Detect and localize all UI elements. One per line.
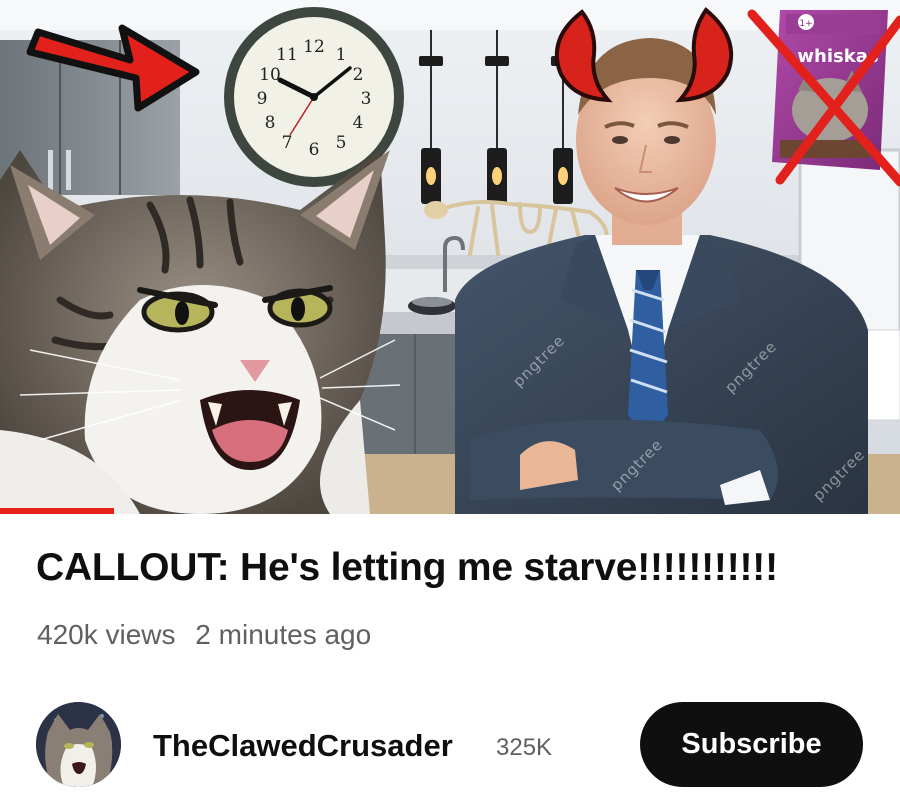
watch-progress-bar[interactable] — [0, 508, 900, 514]
svg-text:5: 5 — [336, 133, 347, 153]
svg-text:10: 10 — [259, 65, 281, 85]
svg-text:7: 7 — [282, 133, 293, 153]
svg-text:9: 9 — [257, 89, 268, 109]
svg-text:6: 6 — [309, 140, 320, 160]
svg-text:8: 8 — [265, 113, 276, 133]
svg-text:4: 4 — [353, 113, 364, 133]
view-count: 420k views — [37, 619, 176, 650]
upload-time: 2 minutes ago — [195, 619, 372, 650]
subscribe-button[interactable]: Subscribe — [640, 702, 863, 787]
cat-avatar-icon — [36, 702, 121, 787]
svg-text:11: 11 — [276, 45, 298, 65]
channel-avatar[interactable] — [36, 702, 121, 787]
channel-row: TheClawedCrusader 325K Subscribe — [0, 700, 900, 790]
angry-cat-graphic — [0, 150, 401, 514]
thumbnail-scene: 12 1 2 3 4 5 6 7 8 9 10 11 1+ whiskas — [0, 0, 900, 514]
svg-text:2: 2 — [353, 65, 364, 85]
svg-text:3: 3 — [361, 89, 372, 109]
video-title[interactable]: CALLOUT: He's letting me starve!!!!!!!!!… — [36, 546, 876, 590]
video-meta: 420k views 2 minutes ago — [37, 619, 371, 651]
svg-text:1+: 1+ — [799, 19, 812, 29]
svg-text:12: 12 — [303, 37, 325, 57]
channel-name[interactable]: TheClawedCrusader — [153, 728, 453, 764]
watch-progress-fill — [0, 508, 115, 514]
svg-text:1: 1 — [336, 45, 347, 65]
video-thumbnail[interactable]: 12 1 2 3 4 5 6 7 8 9 10 11 1+ whiskas pn… — [0, 0, 900, 514]
subscriber-count: 325K — [496, 734, 553, 761]
